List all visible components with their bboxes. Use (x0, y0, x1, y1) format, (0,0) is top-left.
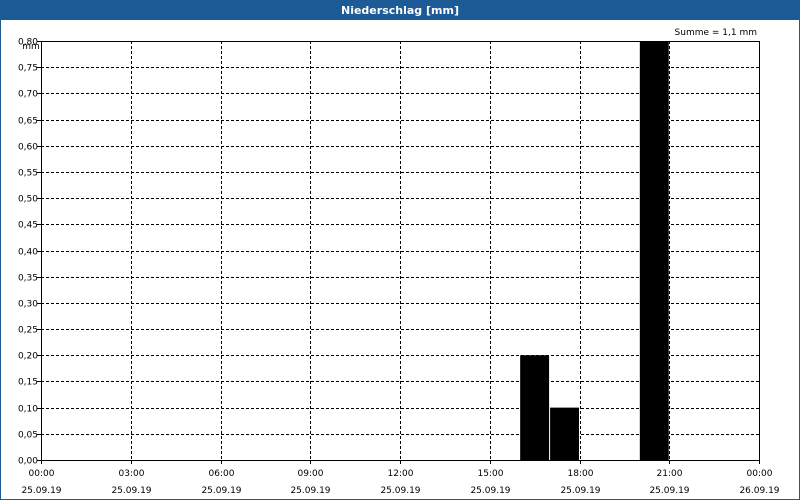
y-tick-label: 0,60 (18, 143, 38, 153)
x-tick-label-time: 15:00 (478, 469, 504, 479)
x-tick-label-time: 21:00 (657, 469, 683, 479)
y-tick-label: 0,15 (18, 378, 38, 388)
sum-annotation: Summe = 1,1 mm (675, 28, 757, 38)
x-tick-label-time: 06:00 (209, 469, 235, 479)
y-tick-label: 0,45 (18, 221, 38, 231)
y-tick-label: 0,10 (18, 405, 38, 415)
x-tick-label-date: 26.09.19 (739, 486, 779, 496)
y-tick-label: 0,20 (18, 352, 38, 362)
precipitation-bar (550, 407, 579, 460)
x-tick-label-date: 25.09.19 (21, 486, 61, 496)
x-tick-label-date: 25.09.19 (380, 486, 420, 496)
x-tick-label-date: 25.09.19 (290, 486, 330, 496)
y-tick-label: 0,25 (18, 326, 38, 336)
precipitation-chart: mm Summe = 1,1 mm 0,000,050,100,150,200,… (18, 28, 780, 496)
x-tick-label-date: 25.09.19 (111, 486, 151, 496)
y-tick-label: 0,40 (18, 248, 38, 258)
x-tick-label-time: 12:00 (388, 469, 414, 479)
x-tick-label-time: 00:00 (29, 469, 55, 479)
y-tick-label: 0,50 (18, 195, 38, 205)
x-tick-label-time: 09:00 (298, 469, 324, 479)
y-tick-label: 0,80 (18, 38, 38, 48)
y-tick-label: 0,00 (18, 457, 38, 467)
y-tick-label: 0,05 (18, 431, 38, 441)
precipitation-bar (520, 355, 550, 460)
y-tick-label: 0,55 (18, 169, 38, 179)
precipitation-bar (639, 41, 669, 460)
x-tick-label-time: 03:00 (119, 469, 145, 479)
y-tick-label: 0,70 (18, 90, 38, 100)
x-tick-label-date: 25.09.19 (560, 486, 600, 496)
x-tick-label-time: 00:00 (747, 469, 773, 479)
y-tick-label: 0,65 (18, 117, 38, 127)
x-tick-label-date: 25.09.19 (201, 486, 241, 496)
x-tick-label-date: 25.09.19 (470, 486, 510, 496)
x-tick-label-time: 18:00 (568, 469, 594, 479)
x-tick-label-date: 25.09.19 (649, 486, 689, 496)
chart-window: Niederschlag [mm] mm Summe = 1,1 mm 0,00… (0, 0, 800, 500)
y-tick-label: 0,75 (18, 64, 38, 74)
y-tick-label: 0,35 (18, 274, 38, 284)
y-tick-label: 0,30 (18, 300, 38, 310)
